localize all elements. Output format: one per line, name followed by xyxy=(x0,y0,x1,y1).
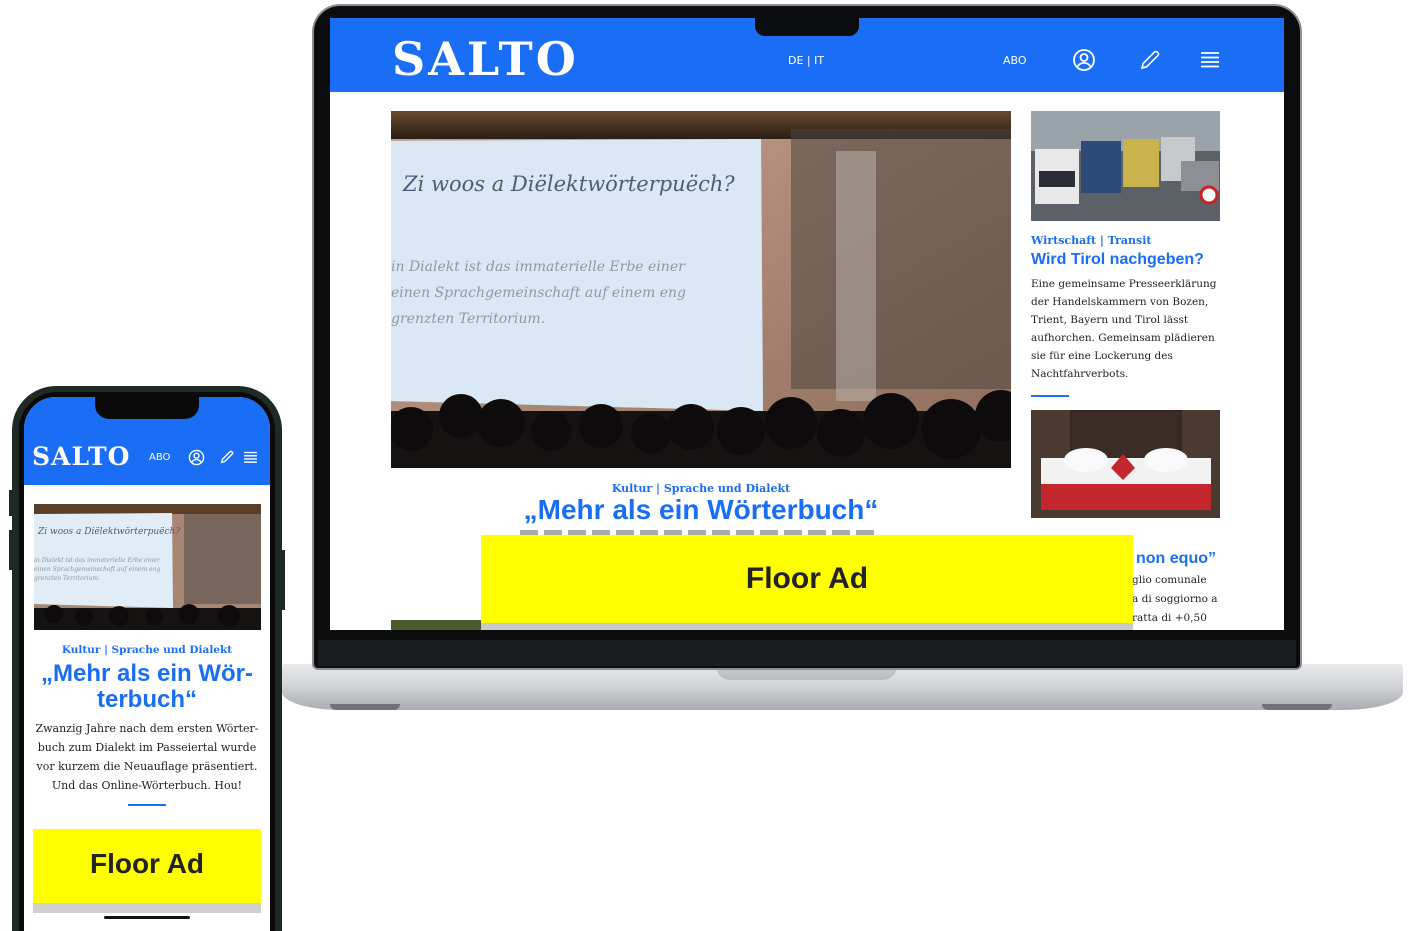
laptop-foot-left xyxy=(330,704,400,710)
side-article-2-line-3: ratta di +0,50 xyxy=(1132,612,1207,624)
article-kicker[interactable]: Kultur | Sprache und Dialekt xyxy=(24,644,270,656)
slide-line-3: grenzten Territorium. xyxy=(391,311,545,327)
abo-link[interactable]: ABO xyxy=(149,452,170,463)
divider xyxy=(128,804,166,806)
slide-line-2: einen Sprachgemeinschaft auf einem eng xyxy=(34,566,161,573)
menu-icon[interactable] xyxy=(242,449,259,466)
site-logo[interactable]: SALTO xyxy=(392,32,579,86)
menu-icon[interactable] xyxy=(1198,48,1222,72)
laptop-foot-right xyxy=(1262,704,1332,710)
slide-line-2: einen Sprachgemeinschaft auf einem eng xyxy=(391,285,686,301)
phone-screen: SALTO ABO Zi woos a Diëlektwörterpuëch? … xyxy=(24,397,270,931)
side-article-2-line-1: glio comunale xyxy=(1132,574,1207,586)
floor-ad-shadow xyxy=(481,623,1133,630)
slide-title: Zi woos a Diëlektwörterpuëch? xyxy=(37,527,180,537)
abo-link[interactable]: ABO xyxy=(1003,54,1027,67)
next-article-image-edge xyxy=(391,620,481,630)
language-switch[interactable]: DE | IT xyxy=(788,54,824,67)
slide-title: Zi woos a Diëlektwörterpuëch? xyxy=(402,172,735,196)
floor-ad[interactable]: Floor Ad xyxy=(33,829,261,903)
user-icon[interactable] xyxy=(188,449,205,466)
phone-notch xyxy=(95,397,199,419)
laptop-screen: SALTO DE | IT ABO Zi woos a Diëlektwörte… xyxy=(330,18,1284,630)
pencil-icon[interactable] xyxy=(1138,48,1162,72)
laptop-bezel-bottom xyxy=(318,640,1296,666)
side-article-2-line-2: a di soggiorno a xyxy=(1132,593,1218,605)
side-article-2-title[interactable]: non equo” xyxy=(1136,550,1216,568)
home-indicator[interactable] xyxy=(104,916,190,919)
floor-ad[interactable]: Floor Ad xyxy=(481,535,1133,623)
floor-ad-label: Floor Ad xyxy=(89,848,205,879)
user-icon[interactable] xyxy=(1072,48,1096,72)
site-logo[interactable]: SALTO xyxy=(32,442,130,471)
side-article-title[interactable]: Wird Tirol nachgeben? xyxy=(1031,251,1204,269)
article-headline[interactable]: „Mehr als ein Wör-terbuch“ xyxy=(34,661,260,713)
pencil-icon[interactable] xyxy=(219,449,235,465)
main-article-headline[interactable]: „Mehr als ein Wörterbuch“ xyxy=(391,494,1011,526)
floor-ad-label: Floor Ad xyxy=(745,562,869,595)
slide-line-1: in Dialekt ist das immaterielle Erbe ein… xyxy=(34,557,161,564)
side-article-image-trucks[interactable] xyxy=(1031,111,1220,221)
article-teaser: Zwanzig Jahre nach dem ersten Wörter-buc… xyxy=(35,722,259,792)
floor-ad-shadow xyxy=(33,903,261,913)
divider xyxy=(1031,395,1069,397)
side-article-teaser: Eine gemeinsame Presseerklärung der Hand… xyxy=(1031,278,1217,380)
hero-image[interactable]: Zi woos a Diëlektwörterpuëch? in Dialekt… xyxy=(34,504,261,630)
slide-line-1: in Dialekt ist das immaterielle Erbe ein… xyxy=(391,259,686,275)
side-article-image-bed[interactable] xyxy=(1031,410,1220,518)
camera-notch xyxy=(755,16,859,36)
side-article-kicker[interactable]: Wirtschaft | Transit xyxy=(1031,234,1151,247)
slide-line-3: grenzten Territorium. xyxy=(34,575,100,582)
hero-image[interactable]: Zi woos a Diëlektwörterpuëch? in Dialekt… xyxy=(391,111,1011,468)
